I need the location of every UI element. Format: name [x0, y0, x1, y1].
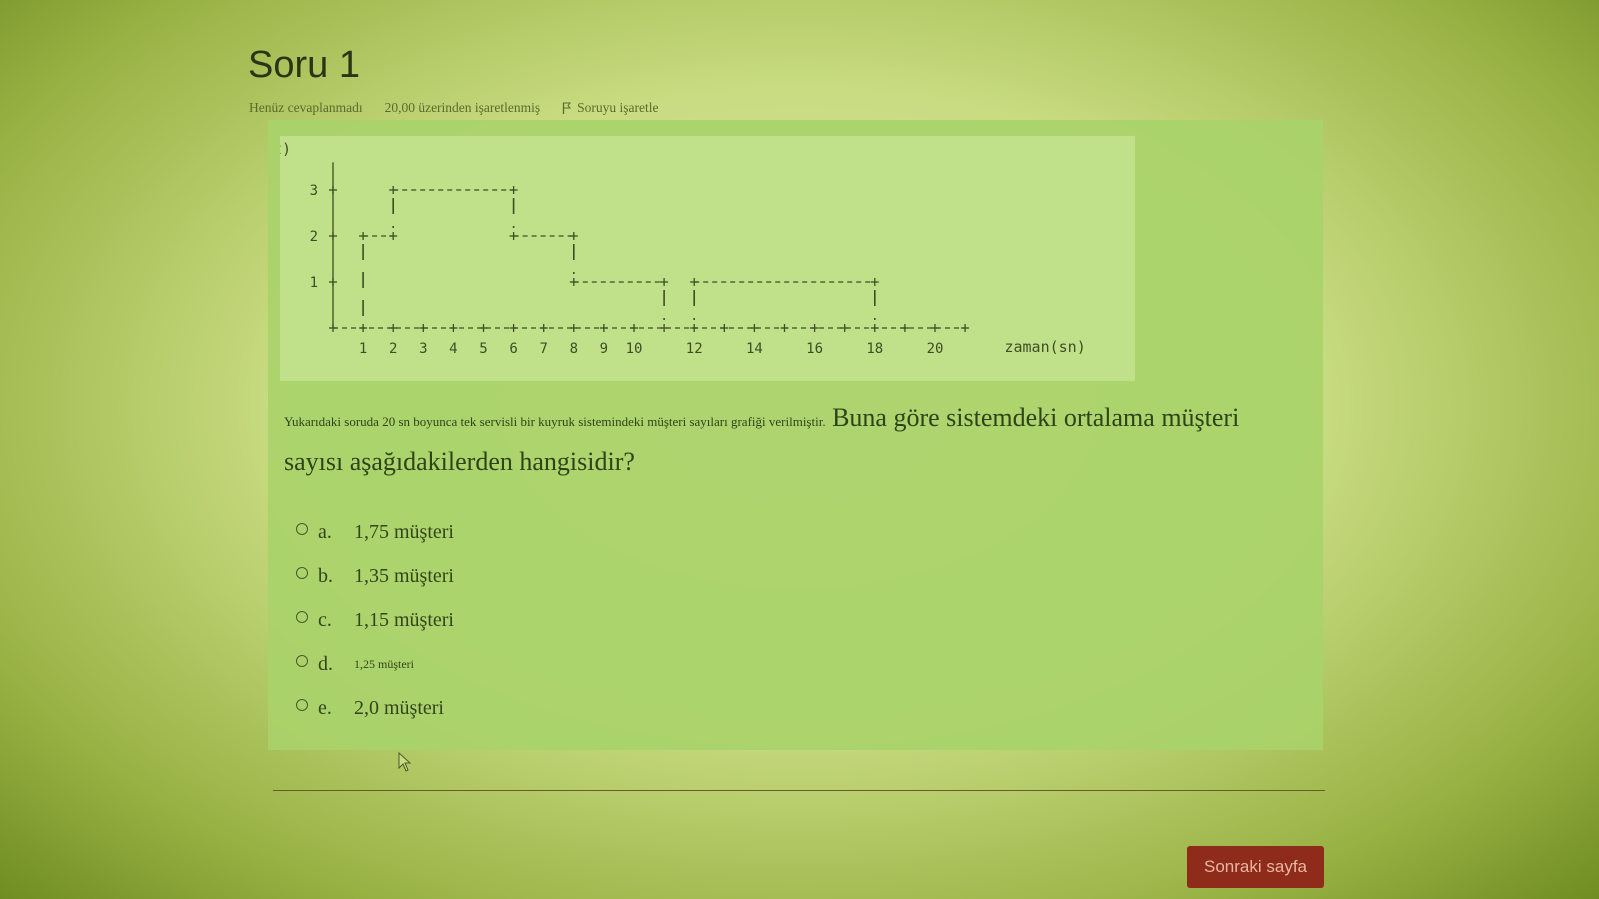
- radio-button[interactable]: [296, 611, 308, 623]
- question-text-intro: Yukarıdaki soruda 20 sn boyunca tek serv…: [284, 414, 826, 429]
- mouse-cursor-icon: [398, 752, 412, 772]
- x-tick-label: 4: [449, 341, 457, 357]
- question-title: Soru 1: [248, 44, 360, 86]
- option-letter: a.: [318, 520, 332, 543]
- option-letter: c.: [318, 608, 332, 631]
- option-letter: d.: [318, 652, 333, 675]
- question-info: Henüz cevaplanmadı 20,00 üzerinden işare…: [249, 100, 659, 116]
- answer-options: a. 1,75 müşteri b. 1,35 müşteri c. 1,15 …: [296, 510, 454, 730]
- queue-chart: 123L(t)123456789101214161820zaman(sn): [280, 136, 1135, 381]
- x-tick-label: 7: [539, 341, 547, 357]
- x-tick-label: 12: [686, 341, 703, 357]
- x-tick-label: 1: [359, 341, 367, 357]
- points-info: 20,00 üzerinden işaretlenmiş: [384, 100, 541, 115]
- option-a[interactable]: a. 1,75 müşteri: [296, 510, 454, 554]
- option-letter: e.: [318, 696, 332, 719]
- radio-button[interactable]: [296, 567, 308, 579]
- option-text: 1,35 müşteri: [354, 564, 454, 587]
- x-tick-label: 10: [626, 341, 643, 357]
- next-page-button[interactable]: Sonraki sayfa: [1187, 846, 1324, 888]
- radio-button[interactable]: [296, 699, 308, 711]
- question-text: Yukarıdaki soruda 20 sn boyunca tek serv…: [284, 398, 1244, 486]
- option-b[interactable]: b. 1,35 müşteri: [296, 554, 454, 598]
- x-tick-label: 3: [419, 341, 427, 357]
- answer-status: Henüz cevaplanmadı: [249, 100, 363, 115]
- radio-button[interactable]: [296, 655, 308, 667]
- flag-icon: [563, 102, 572, 114]
- page-divider: [273, 790, 1325, 791]
- flag-label: Soruyu işaretle: [577, 100, 659, 115]
- y-tick-label: 2: [310, 229, 318, 245]
- option-text: 2,0 müşteri: [354, 696, 444, 719]
- option-letter: b.: [318, 564, 333, 587]
- x-tick-label: 6: [509, 341, 517, 357]
- x-tick-label: 2: [389, 341, 397, 357]
- x-tick-label: 18: [866, 341, 883, 357]
- x-tick-label: 16: [806, 341, 823, 357]
- y-tick-label: 1: [310, 275, 318, 291]
- x-tick-label: 14: [746, 341, 763, 357]
- y-axis-label: L(t): [280, 140, 291, 158]
- option-c[interactable]: c. 1,15 müşteri: [296, 598, 454, 642]
- chart-svg: 123L(t)123456789101214161820zaman(sn): [280, 140, 1086, 357]
- option-text: 1,25 müşteri: [354, 656, 414, 671]
- flag-question-link[interactable]: Soruyu işaretle: [562, 100, 659, 116]
- option-e[interactable]: e. 2,0 müşteri: [296, 686, 454, 730]
- x-tick-label: 9: [600, 341, 608, 357]
- option-text: 1,15 müşteri: [354, 608, 454, 631]
- option-d[interactable]: d. 1,25 müşteri: [296, 642, 454, 686]
- x-tick-label: 8: [570, 341, 578, 357]
- option-text: 1,75 müşteri: [354, 520, 454, 543]
- x-tick-label: 5: [479, 341, 487, 357]
- x-tick-label: 20: [927, 341, 944, 357]
- y-tick-label: 3: [310, 183, 318, 199]
- x-axis-label: zaman(sn): [1004, 338, 1085, 356]
- radio-button[interactable]: [296, 523, 308, 535]
